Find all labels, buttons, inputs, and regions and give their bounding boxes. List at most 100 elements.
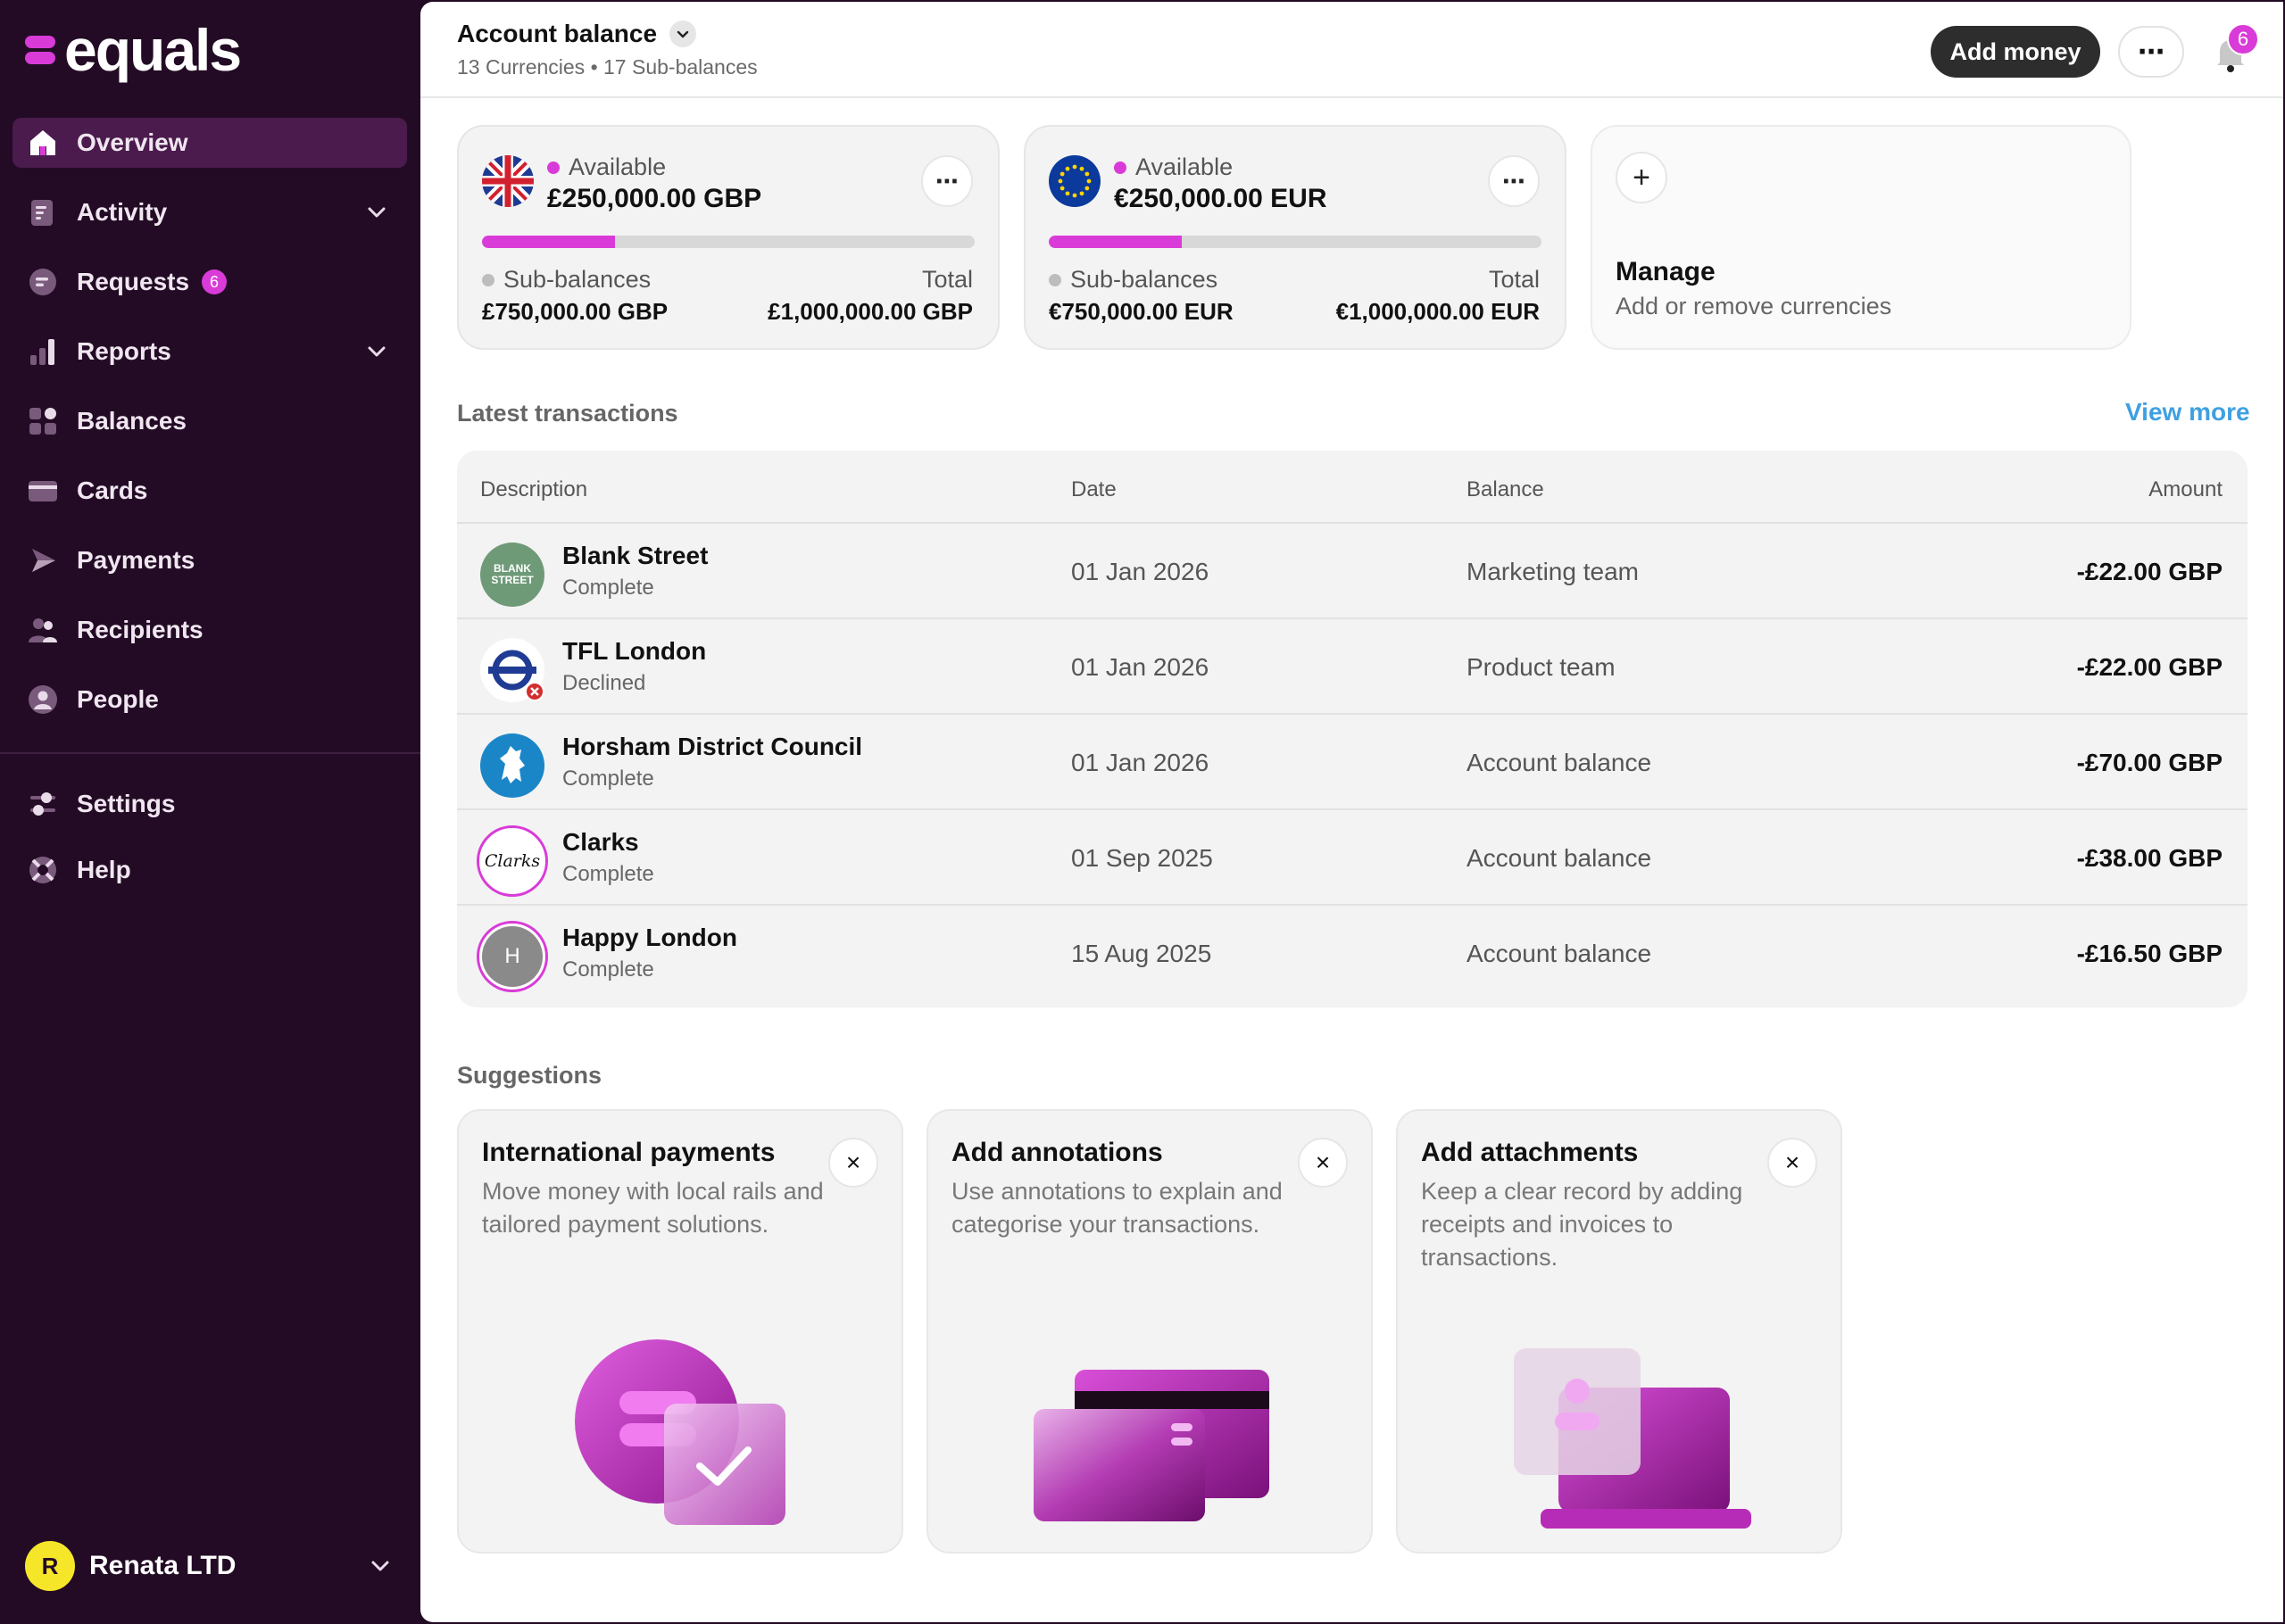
- transaction-balance: Account balance: [1467, 940, 1652, 967]
- transaction-amount: -£38.00 GBP: [2076, 844, 2223, 872]
- sidebar-item-label: Overview: [77, 128, 188, 156]
- table-row[interactable]: Horsham District Council Complete 01 Jan…: [457, 715, 2248, 810]
- transaction-date: 15 Aug 2025: [1071, 940, 1212, 967]
- chevron-down-icon[interactable]: [364, 339, 389, 364]
- transaction-name: Happy London: [562, 924, 737, 951]
- sidebar: equals Overview Activity Requests 6 Repo…: [0, 0, 420, 1624]
- notification-count-badge: 6: [2227, 23, 2259, 55]
- sidebar-item-label: Activity: [77, 198, 168, 226]
- suggestion-card-attachments[interactable]: Add attachments Keep a clear record by a…: [1396, 1109, 1842, 1554]
- coin-check-illustration: [575, 1339, 785, 1525]
- sidebar-item-label: Payments: [77, 546, 195, 574]
- suggestion-card-international-payments[interactable]: International payments Move money with l…: [457, 1109, 903, 1554]
- sidebar-item-people[interactable]: People: [12, 675, 407, 725]
- table-row[interactable]: BLANK STREET Blank Street Complete 01 Ja…: [457, 524, 2248, 619]
- transaction-amount: -£22.00 GBP: [2076, 653, 2223, 681]
- total-amount: £1,000,000.00 GBP: [768, 298, 973, 325]
- close-icon[interactable]: ×: [1298, 1138, 1348, 1188]
- total-label: Total: [921, 266, 973, 293]
- chevron-down-icon[interactable]: [364, 200, 389, 225]
- account-summary: 13 Currencies • 17 Sub-balances: [457, 55, 758, 79]
- total-amount: €1,000,000.00 EUR: [1335, 298, 1540, 325]
- sidebar-item-reports[interactable]: Reports: [12, 327, 407, 377]
- column-header-amount: Amount: [2148, 477, 2223, 501]
- sub-balances-amount: €750,000.00 EUR: [1049, 298, 1234, 325]
- sidebar-item-label: Cards: [77, 476, 148, 504]
- sidebar-item-help[interactable]: Help: [12, 845, 407, 895]
- sub-balances-dot-icon: [482, 273, 494, 286]
- manage-title: Manage: [1616, 257, 1716, 286]
- close-icon[interactable]: ×: [828, 1138, 878, 1188]
- settings-icon: [27, 788, 59, 820]
- requests-icon: [27, 266, 59, 298]
- sidebar-item-recipients[interactable]: Recipients: [12, 605, 407, 655]
- balance-progress-fill: [482, 236, 616, 248]
- payments-icon: [27, 544, 59, 576]
- suggestion-title: Add attachments: [1421, 1138, 1639, 1167]
- uk-flag-icon: [482, 155, 534, 207]
- suggestion-card-annotations[interactable]: Add annotations Use annotations to expla…: [926, 1109, 1373, 1554]
- transaction-balance: Marketing team: [1467, 558, 1639, 585]
- account-selector[interactable]: Account balance: [457, 20, 697, 48]
- close-icon[interactable]: ×: [1767, 1138, 1817, 1188]
- plus-icon[interactable]: +: [1616, 152, 1667, 203]
- transaction-balance: Account balance: [1467, 749, 1652, 776]
- sub-balances-label: Sub-balances: [1049, 266, 1217, 294]
- transaction-amount: -£22.00 GBP: [2076, 558, 2223, 585]
- sidebar-item-label: Balances: [77, 407, 187, 435]
- table-row[interactable]: Clarks Clarks Complete 01 Sep 2025 Accou…: [457, 810, 2248, 906]
- view-more-link[interactable]: View more: [2125, 398, 2250, 427]
- home-icon: [27, 127, 59, 159]
- equals-logo[interactable]: equals: [25, 21, 242, 79]
- sidebar-item-label: Settings: [77, 790, 176, 817]
- table-row[interactable]: TFL London Declined 01 Jan 2026 Product …: [457, 619, 2248, 715]
- balance-card-eur[interactable]: Available €250,000.00 EUR ⋯ Sub-balances…: [1024, 125, 1566, 350]
- sidebar-item-cards[interactable]: Cards: [12, 466, 407, 516]
- cards-illustration: [1034, 1370, 1269, 1521]
- transaction-name: Blank Street: [562, 542, 709, 569]
- organization-switcher[interactable]: R Renata LTD: [25, 1541, 396, 1591]
- transaction-status: Complete: [562, 576, 654, 600]
- available-dot-icon: [1114, 161, 1126, 174]
- column-header-description: Description: [480, 477, 588, 501]
- sidebar-item-activity[interactable]: Activity: [12, 187, 407, 237]
- reports-icon: [27, 336, 59, 368]
- balance-progress-fill: [1049, 236, 1183, 248]
- balances-icon: [27, 405, 59, 437]
- add-money-button[interactable]: Add money: [1931, 26, 2100, 78]
- sidebar-item-label: People: [77, 685, 159, 713]
- sidebar-item-payments[interactable]: Payments: [12, 535, 407, 585]
- manage-currencies-card[interactable]: + Manage Add or remove currencies: [1591, 125, 2131, 350]
- total-label: Total: [1488, 266, 1540, 293]
- sidebar-item-requests[interactable]: Requests 6: [12, 257, 407, 307]
- suggestion-description: Use annotations to explain and categoris…: [951, 1178, 1283, 1238]
- transaction-name: TFL London: [562, 637, 707, 665]
- transaction-status: Complete: [562, 766, 654, 791]
- sidebar-item-overview[interactable]: Overview: [12, 118, 407, 168]
- balance-progress: [1049, 236, 1541, 248]
- main-content: Account balance 13 Currencies • 17 Sub-b…: [420, 2, 2283, 1622]
- balance-card-gbp[interactable]: Available £250,000.00 GBP ⋯ Sub-balances…: [457, 125, 1000, 350]
- table-row[interactable]: H Happy London Complete 15 Aug 2025 Acco…: [457, 906, 2248, 1001]
- transaction-date: 01 Jan 2026: [1071, 558, 1209, 585]
- activity-icon: [27, 196, 59, 228]
- org-avatar: R: [25, 1541, 75, 1591]
- sidebar-item-balances[interactable]: Balances: [12, 396, 407, 446]
- sidebar-item-label: Recipients: [77, 616, 204, 643]
- transaction-balance: Product team: [1467, 653, 1616, 681]
- logo-mark-icon: [25, 34, 55, 66]
- sub-balances-label: Sub-balances: [482, 266, 651, 294]
- more-options-button[interactable]: ⋯: [2118, 26, 2184, 78]
- column-header-date: Date: [1071, 477, 1117, 501]
- chevron-down-icon: [371, 1561, 389, 1571]
- tfl-roundel-logo: [480, 638, 544, 702]
- card-more-button[interactable]: ⋯: [1488, 155, 1540, 207]
- card-more-button[interactable]: ⋯: [921, 155, 973, 207]
- sidebar-item-label: Requests: [77, 268, 190, 295]
- sidebar-item-label: Help: [77, 856, 131, 883]
- sidebar-item-settings[interactable]: Settings: [12, 779, 407, 829]
- laptop-receipt-illustration: [1514, 1348, 1751, 1529]
- balance-progress: [482, 236, 975, 248]
- help-icon: [27, 854, 59, 886]
- transaction-amount: -£16.50 GBP: [2076, 940, 2223, 967]
